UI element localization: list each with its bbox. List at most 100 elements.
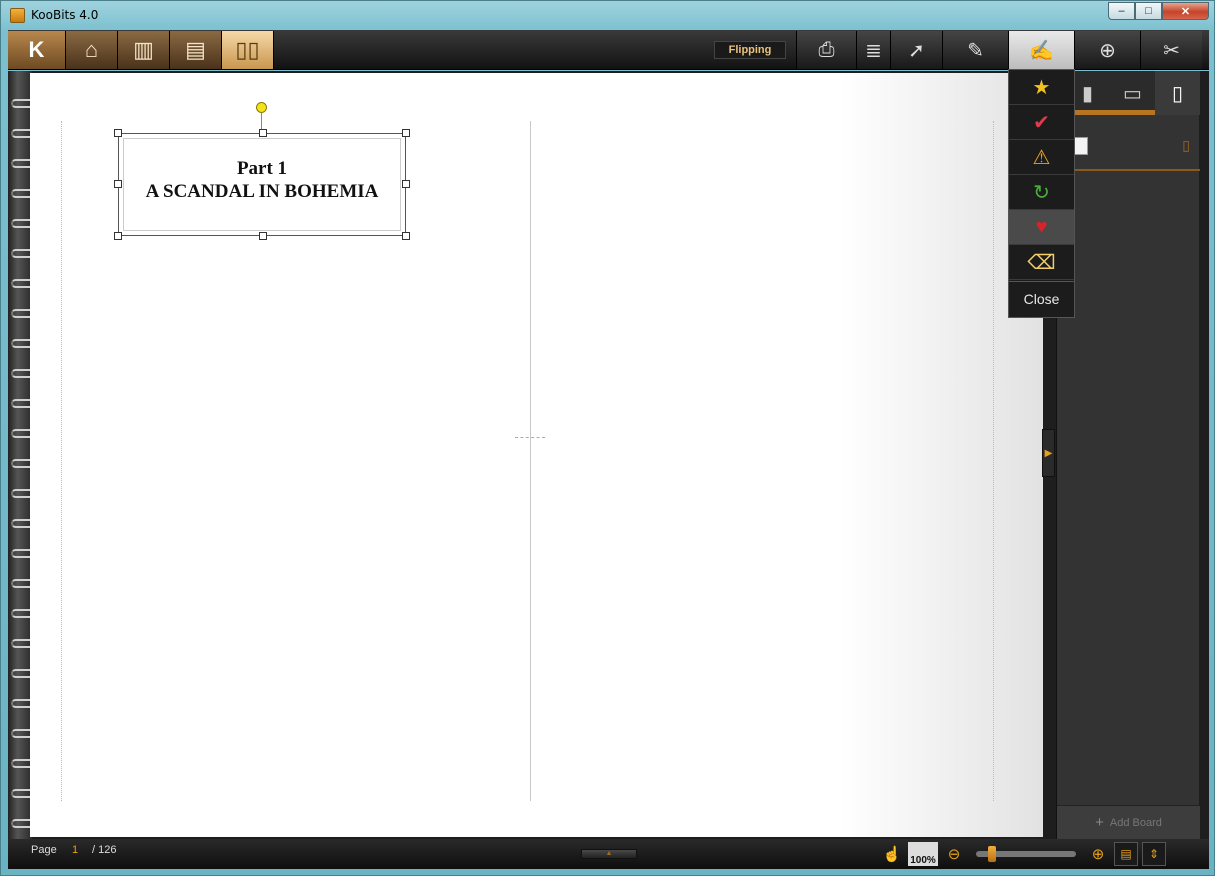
zoom-slider[interactable] — [976, 846, 1076, 862]
star-icon: ★ — [1032, 76, 1051, 99]
resize-handle[interactable] — [114, 232, 122, 240]
add-bookmark-button[interactable]: ⊕ — [1074, 31, 1140, 69]
stamp-menu: ★ ✔ ⚠ ↻ ♥ ⌫ Close — [1008, 69, 1075, 318]
reader-button[interactable]: ▯▯ — [222, 31, 274, 69]
status-bar: Page 1 / 126 ▲ ☝ 100% ⊖ ⊕ ▤ ⇕ — [8, 839, 1209, 869]
chapter-name: A SCANDAL IN BOHEMIA — [145, 181, 379, 202]
koobits-logo-icon: K — [28, 37, 45, 62]
fit-page-button[interactable]: ⇕ — [1142, 842, 1166, 866]
home-button[interactable]: ⌂ — [66, 31, 118, 69]
heart-icon: ♥ — [1035, 215, 1048, 238]
plus-icon: + — [1095, 814, 1104, 831]
stamp-heart[interactable]: ♥ — [1009, 210, 1074, 245]
resize-handle[interactable] — [259, 129, 267, 137]
stamps-button[interactable]: ✍ — [1008, 31, 1074, 69]
warning-icon: ⚠ — [1032, 146, 1051, 169]
app-window: KooBits 4.0 – □ ✕ K ⌂ ▥ ▤ ▯▯ Flipping ⎙ … — [0, 0, 1215, 876]
zoom-out-icon: ⊖ — [947, 846, 961, 863]
notebook-spine — [8, 71, 32, 839]
add-board-label: Add Board — [1109, 816, 1162, 829]
cut-button[interactable]: ✂ — [1140, 31, 1202, 69]
resize-handle[interactable] — [402, 232, 410, 240]
stamp-icon: ✍ — [1029, 39, 1054, 62]
stamp-warning[interactable]: ⚠ — [1009, 140, 1074, 175]
tool-buttons: ⎙ ≣ ➚ ✎ ✍ ⊕ ✂ — [796, 30, 1202, 70]
resize-handle[interactable] — [114, 129, 122, 137]
page-label: Page — [31, 844, 57, 856]
divider-handle[interactable] — [515, 437, 545, 438]
cursor-icon: ➚ — [908, 39, 925, 62]
resize-handle[interactable] — [114, 180, 122, 188]
resize-handle[interactable] — [259, 232, 267, 240]
chapter-title: Part 1 A SCANDAL IN BOHEMIA — [123, 138, 401, 231]
minimize-button[interactable]: – — [1108, 2, 1135, 20]
selected-text-box[interactable]: Part 1 A SCANDAL IN BOHEMIA — [114, 129, 410, 240]
add-board-button[interactable]: + Add Board — [1057, 805, 1200, 839]
stamp-check[interactable]: ✔ — [1009, 105, 1074, 140]
highlighter-icon: ✎ — [967, 39, 984, 62]
bookshelf-button[interactable]: ▥ — [118, 31, 170, 69]
zoom-out-button[interactable]: ⊖ — [942, 842, 966, 866]
bookmark-icon: ▮ — [1081, 82, 1093, 105]
bookshelf-icon: ▥ — [133, 37, 154, 62]
stamp-star[interactable]: ★ — [1009, 70, 1074, 105]
check-icon: ✔ — [1033, 111, 1050, 134]
app-icon — [10, 8, 25, 23]
triangle-up-icon: ▲ — [605, 850, 613, 857]
stamp-menu-close-button[interactable]: Close — [1009, 281, 1074, 315]
stamp-refresh[interactable]: ↻ — [1009, 175, 1074, 210]
maximize-button[interactable]: □ — [1135, 2, 1162, 20]
current-page[interactable]: 1 — [72, 844, 78, 856]
home-icon: ⌂ — [84, 37, 99, 62]
title-bar[interactable]: KooBits 4.0 – □ ✕ — [1, 1, 1215, 29]
open-book-icon: ▯▯ — [235, 37, 260, 62]
bottom-panel-toggle[interactable]: ▲ — [581, 849, 637, 859]
side-panel-toggle[interactable]: ▶ — [1042, 429, 1055, 477]
library-button[interactable]: ▤ — [170, 31, 222, 69]
scissors-icon: ✂ — [1163, 39, 1180, 62]
stamp-eraser[interactable]: ⌫ — [1009, 245, 1074, 280]
zoom-in-icon: ⊕ — [1091, 846, 1105, 863]
printer-icon: ⎙ — [818, 38, 835, 61]
add-bookmark-icon: ⊕ — [1099, 39, 1116, 62]
fit-page-icon: ⇕ — [1148, 847, 1160, 861]
mode-indicator[interactable]: Flipping — [714, 41, 786, 59]
zoom-slider-thumb[interactable] — [988, 846, 996, 862]
print-button[interactable]: ⎙ — [796, 31, 856, 69]
delete-note-icon[interactable]: ▯ — [1182, 137, 1190, 154]
triangle-right-icon: ▶ — [1044, 447, 1053, 459]
nav-buttons: K ⌂ ▥ ▤ ▯▯ — [8, 30, 274, 70]
page-divider — [530, 121, 531, 801]
side-panel: ▮ ▭ ▯ ▯ + Add Board — [1056, 71, 1200, 839]
resize-handle[interactable] — [402, 129, 410, 137]
highlighter-button[interactable]: ✎ — [942, 31, 1008, 69]
note-row[interactable]: ▯ — [1057, 123, 1200, 171]
window-title: KooBits 4.0 — [31, 8, 99, 22]
close-window-button[interactable]: ✕ — [1162, 2, 1209, 20]
hand-icon: ☝ — [882, 846, 902, 863]
right-margin-line — [993, 121, 994, 801]
library-icon: ▤ — [185, 37, 206, 62]
pan-tool-button[interactable]: ☝ — [880, 842, 904, 866]
left-margin-line — [61, 121, 62, 801]
two-page-view-button[interactable]: ▤ — [1114, 842, 1138, 866]
tab-notes[interactable]: ▯ — [1155, 71, 1200, 115]
zoom-in-button[interactable]: ⊕ — [1086, 842, 1110, 866]
book-page[interactable]: Part 1 A SCANDAL IN BOHEMIA — [30, 73, 1043, 837]
notes-icon: ≣ — [865, 39, 882, 62]
two-page-icon: ▤ — [1120, 847, 1132, 861]
chapter-part: Part 1 — [236, 158, 288, 179]
notepad-icon: ▯ — [1171, 82, 1183, 105]
book-icon: ▭ — [1123, 82, 1142, 105]
select-button[interactable]: ➚ — [890, 31, 942, 69]
resize-handle[interactable] — [402, 180, 410, 188]
notes-button[interactable]: ≣ — [856, 31, 890, 69]
zoom-100-button[interactable]: 100% — [908, 842, 938, 866]
eraser-icon: ⌫ — [1027, 251, 1056, 274]
koobits-menu-button[interactable]: K — [8, 31, 66, 69]
tab-book-view[interactable]: ▭ — [1110, 71, 1155, 115]
rotate-handle[interactable] — [256, 102, 267, 113]
window-controls: – □ ✕ — [1108, 2, 1209, 20]
side-panel-tabs: ▮ ▭ ▯ — [1057, 71, 1200, 115]
total-pages: / 126 — [92, 844, 117, 856]
